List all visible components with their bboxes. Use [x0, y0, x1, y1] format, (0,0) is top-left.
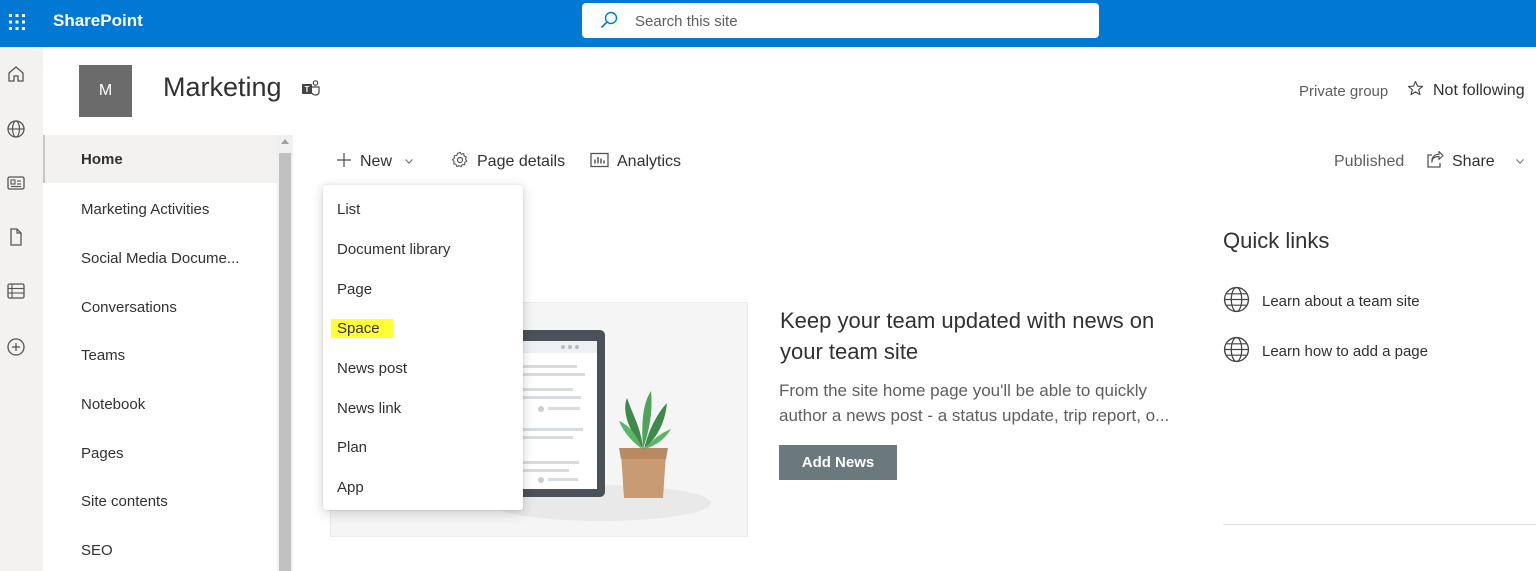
- menu-item-label: App: [337, 478, 364, 496]
- site-title[interactable]: Marketing: [163, 72, 282, 103]
- quick-links-title: Quick links: [1223, 228, 1330, 253]
- globe-icon[interactable]: [6, 119, 26, 139]
- suite-bar: SharePoint Search this site: [0, 0, 1536, 47]
- app-launcher-icon[interactable]: [0, 0, 34, 44]
- nav-item-label: Site contents: [81, 492, 168, 510]
- site-logo[interactable]: M: [79, 65, 132, 117]
- menu-item-list[interactable]: List: [323, 190, 523, 228]
- nav-item-notebook[interactable]: Notebook: [43, 380, 277, 428]
- svg-text:T: T: [305, 85, 310, 94]
- list-icon[interactable]: [6, 281, 26, 301]
- menu-item-news-link[interactable]: News link: [323, 389, 523, 427]
- new-button[interactable]: New: [336, 150, 414, 174]
- teams-icon[interactable]: T: [301, 79, 321, 102]
- scrollbar-thumb[interactable]: [279, 153, 291, 571]
- nav-item-teams[interactable]: Teams: [43, 331, 277, 379]
- app-bar: [0, 47, 43, 571]
- quick-link-item[interactable]: Learn how to add a page: [1223, 336, 1428, 367]
- add-news-button[interactable]: Add News: [779, 445, 897, 480]
- nav-item-conversations[interactable]: Conversations: [43, 283, 277, 331]
- search-input[interactable]: Search this site: [635, 13, 738, 30]
- nav-item-label: Pages: [81, 444, 124, 462]
- star-icon: [1407, 80, 1424, 102]
- analytics-icon: [590, 152, 609, 173]
- menu-item-news-post[interactable]: News post: [323, 349, 523, 387]
- menu-item-label: Document library: [337, 240, 451, 258]
- globe-icon: [1223, 336, 1250, 367]
- news-description: From the site home page you'll be able t…: [779, 381, 1170, 425]
- nav-item-label: Notebook: [81, 395, 146, 413]
- site-navigation: Home Marketing Activities Social Media D…: [43, 135, 277, 571]
- nav-scrollbar[interactable]: [277, 135, 293, 571]
- menu-item-space[interactable]: Space: [323, 309, 523, 347]
- globe-icon: [1223, 286, 1250, 317]
- nav-item-label: Marketing Activities: [81, 200, 210, 218]
- gear-icon: [451, 151, 469, 174]
- page-details-button[interactable]: Page details: [451, 150, 565, 174]
- share-label: Share: [1452, 153, 1495, 170]
- nav-item-pages[interactable]: Pages: [43, 429, 277, 477]
- menu-item-label: Plan: [337, 438, 368, 456]
- share-button[interactable]: Share: [1426, 150, 1525, 174]
- menu-item-label: Space: [331, 318, 393, 338]
- nav-item-site-contents[interactable]: Site contents: [43, 477, 277, 525]
- chevron-down-icon: [1515, 153, 1525, 171]
- new-label: New: [360, 153, 393, 170]
- menu-item-label: Page: [337, 280, 373, 298]
- plus-icon: [336, 152, 352, 173]
- follow-button[interactable]: Not following: [1407, 80, 1525, 102]
- share-icon: [1426, 150, 1444, 173]
- quick-link-item[interactable]: Learn about a team site: [1223, 286, 1420, 317]
- menu-item-document-library[interactable]: Document library: [323, 230, 523, 268]
- publish-status: Published: [1334, 153, 1405, 170]
- news-heading: Keep your team updated with news on your…: [780, 308, 1155, 364]
- chevron-down-icon: [404, 153, 414, 171]
- follow-label: Not following: [1433, 82, 1525, 99]
- menu-item-label: News post: [337, 359, 408, 377]
- create-icon[interactable]: [6, 337, 26, 357]
- nav-item-label: SEO: [81, 541, 113, 559]
- news-icon[interactable]: [6, 173, 26, 193]
- quick-link-label: Learn how to add a page: [1262, 343, 1428, 360]
- nav-item-label: Social Media Docume...: [81, 249, 240, 267]
- nav-item-marketing-activities[interactable]: Marketing Activities: [43, 185, 277, 233]
- menu-item-label: List: [337, 200, 361, 218]
- page-details-label: Page details: [477, 153, 566, 170]
- search-icon: [600, 11, 618, 34]
- suite-brand[interactable]: SharePoint: [53, 11, 143, 31]
- menu-item-page[interactable]: Page: [323, 270, 523, 308]
- nav-item-seo[interactable]: SEO: [43, 526, 277, 571]
- scroll-up-arrow-icon[interactable]: [281, 139, 289, 144]
- nav-item-label: Conversations: [81, 298, 177, 316]
- nav-item-label: Home: [81, 150, 123, 168]
- nav-item-social-media-documents[interactable]: Social Media Docume...: [43, 234, 277, 282]
- privacy-label: Private group: [1299, 83, 1389, 100]
- nav-item-home[interactable]: Home: [43, 135, 277, 183]
- file-icon[interactable]: [6, 227, 26, 247]
- home-icon[interactable]: [6, 64, 26, 84]
- quick-link-label: Learn about a team site: [1262, 293, 1420, 310]
- new-dropdown-menu: List Document library Page Space News po…: [323, 185, 523, 510]
- analytics-button[interactable]: Analytics: [590, 150, 681, 174]
- menu-item-plan[interactable]: Plan: [323, 428, 523, 466]
- analytics-label: Analytics: [617, 153, 682, 170]
- search-box[interactable]: Search this site: [582, 3, 1099, 38]
- menu-item-app[interactable]: App: [323, 468, 523, 506]
- nav-item-label: Teams: [81, 346, 126, 364]
- divider: [1223, 524, 1536, 525]
- menu-item-label: News link: [337, 399, 402, 417]
